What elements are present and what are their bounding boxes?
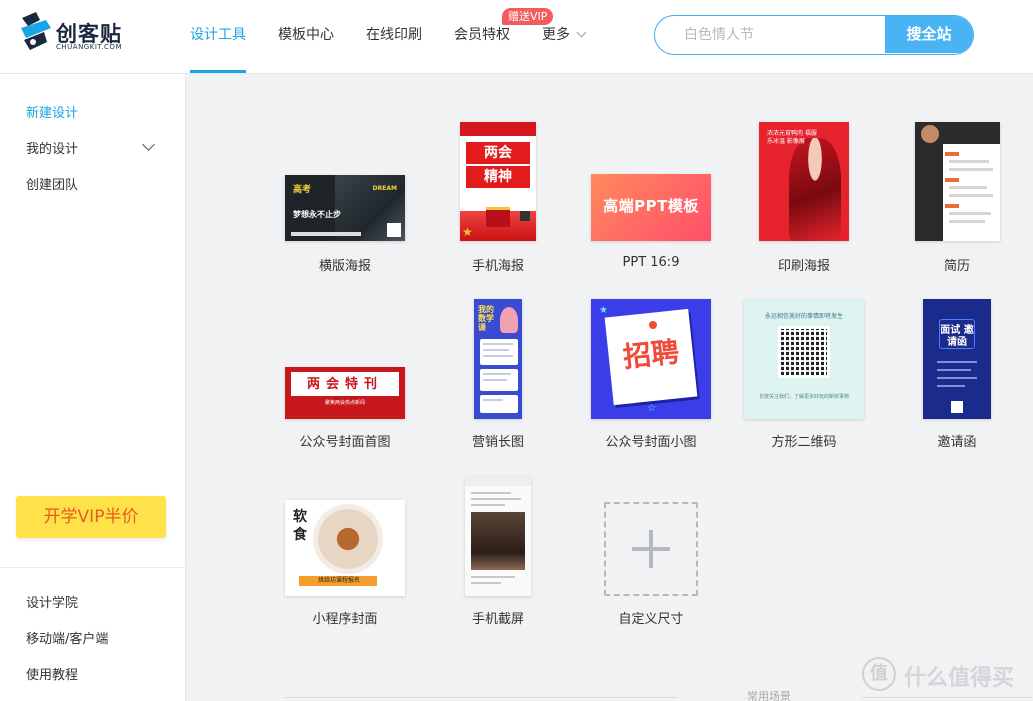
thumb-text: 面试 邀请函 bbox=[940, 325, 974, 348]
star-icon: ☆ bbox=[647, 403, 656, 414]
thumb-text: 招聘 bbox=[621, 335, 681, 374]
sidebar-item-new-design[interactable]: 新建设计 bbox=[26, 102, 78, 121]
thumb-text: 高端PPT模板 bbox=[603, 197, 699, 215]
template-thumbnail bbox=[915, 122, 1000, 241]
template-resume[interactable]: 简历 bbox=[892, 75, 1022, 275]
template-thumbnail: 我的 数学课 bbox=[474, 299, 522, 419]
search-input[interactable] bbox=[655, 16, 885, 53]
thumb-text: 两会 bbox=[466, 142, 530, 164]
template-thumbnail: 两会特刊 聚焦两会热点新闻 bbox=[285, 367, 405, 419]
watermark-logo-icon: 值 bbox=[862, 657, 896, 691]
sidebar-item-my-designs[interactable]: 我的设计 bbox=[26, 138, 78, 157]
star-icon: ★ bbox=[599, 305, 608, 316]
template-thumbnail: 招聘 ★ ☆ bbox=[591, 299, 711, 419]
qr-code-icon bbox=[781, 329, 827, 375]
watermark-text: 什么值得买 bbox=[904, 666, 1015, 691]
nav-online-print[interactable]: 在线印刷 bbox=[366, 25, 422, 47]
brand-logo[interactable]: 创客贴 CHUANGKIT.COM bbox=[18, 12, 148, 54]
template-thumbnail: 软食 烘焙坊课程报名 bbox=[285, 500, 405, 596]
thumb-text: 永远相信美好的事情即将发生 bbox=[764, 313, 843, 320]
avatar bbox=[921, 125, 939, 143]
nav-template-center[interactable]: 模板中心 bbox=[278, 25, 334, 47]
nav-more-label: 更多 bbox=[542, 27, 570, 43]
thumb-text: 长按关注我们，了解更多好玩的新鲜事物 bbox=[758, 394, 849, 400]
sidebar-divider bbox=[0, 567, 186, 568]
template-mobile-poster[interactable]: 两会 精神 ★ 手机海报 bbox=[433, 75, 563, 275]
left-sidebar: 新建设计 我的设计 创建团队 开学VIP半价 设计学院 移动端/客户端 使用教程 bbox=[0, 74, 186, 701]
template-wechat-cover-main[interactable]: 两会特刊 聚焦两会热点新闻 公众号封面首图 bbox=[280, 265, 410, 455]
template-thumbnail: 浓浓元宵鸭肉 福服乐冰温 影像展 bbox=[759, 122, 849, 241]
template-invitation[interactable]: 面试 邀请函 邀请函 bbox=[892, 265, 1022, 455]
thumb-text: 精神 bbox=[466, 166, 530, 188]
logo-mark-icon bbox=[21, 12, 51, 50]
search-bar: 搜全站 bbox=[654, 15, 974, 55]
qr-code-icon bbox=[387, 223, 401, 237]
nav-member-privileges[interactable]: 会员特权 bbox=[454, 25, 510, 47]
template-label: 小程序封面 bbox=[312, 612, 378, 627]
chevron-down-icon[interactable] bbox=[142, 138, 155, 151]
custom-size-box bbox=[604, 502, 698, 596]
template-thumbnail: 两会 精神 ★ bbox=[460, 122, 536, 241]
template-mini-program-cover[interactable]: 软食 烘焙坊课程报名 小程序封面 bbox=[280, 442, 410, 632]
template-grid: 高考 梦想永不止步 DREAM 横版海报 两会 精神 ★ 手机海报 高端PPT模… bbox=[187, 75, 1033, 701]
vip-gift-badge: 赠送VIP bbox=[502, 8, 554, 25]
thumb-text: 两会特刊 bbox=[306, 377, 383, 392]
template-print-poster[interactable]: 浓浓元宵鸭肉 福服乐冰温 影像展 印刷海报 bbox=[739, 75, 869, 275]
thumb-text: 烘焙坊课程报名 bbox=[317, 577, 360, 584]
thumb-text: 聚焦两会热点新闻 bbox=[324, 400, 365, 406]
search-all-button[interactable]: 搜全站 bbox=[885, 16, 973, 53]
nav-more[interactable]: 更多 bbox=[542, 25, 587, 47]
template-label: 邀请函 bbox=[937, 435, 977, 450]
thumb-text: DREAM bbox=[372, 185, 397, 192]
template-custom-size[interactable]: 自定义尺寸 bbox=[586, 442, 716, 632]
template-wechat-cover-small[interactable]: 招聘 ★ ☆ 公众号封面小图 bbox=[586, 265, 716, 455]
template-phone-screenshot[interactable]: 手机截屏 bbox=[433, 442, 563, 632]
active-tab-indicator bbox=[190, 70, 246, 73]
section-divider bbox=[862, 697, 1032, 698]
section-title: 常用场景 bbox=[747, 690, 791, 701]
sidebar-item-design-academy[interactable]: 设计学院 bbox=[26, 592, 78, 611]
top-header: 创客贴 CHUANGKIT.COM 设计工具 模板中心 在线印刷 会员特权 赠送… bbox=[0, 0, 1033, 74]
template-label: 手机截屏 bbox=[471, 612, 524, 627]
thumb-text: 高考 bbox=[293, 185, 312, 195]
sidebar-item-create-team[interactable]: 创建团队 bbox=[26, 174, 78, 193]
thumb-text: 浓浓元宵鸭肉 福服乐冰温 影像展 bbox=[767, 130, 817, 145]
thumb-text: 梦想永不止步 bbox=[293, 210, 341, 219]
template-thumbnail: 面试 邀请函 bbox=[923, 299, 991, 419]
template-marketing-long[interactable]: 我的 数学课 营销长图 bbox=[433, 265, 563, 455]
vip-promo-banner[interactable]: 开学VIP半价 bbox=[16, 496, 166, 538]
star-icon: ★ bbox=[462, 225, 473, 239]
qr-code-icon bbox=[951, 401, 963, 413]
thumb-text: 软食 bbox=[293, 509, 307, 543]
template-thumbnail: 高考 梦想永不止步 DREAM bbox=[285, 175, 405, 241]
section-divider bbox=[284, 697, 678, 698]
qr-code-icon bbox=[520, 211, 530, 221]
chevron-down-icon bbox=[576, 27, 587, 38]
site-watermark: 值 什么值得买 bbox=[862, 657, 1027, 693]
template-square-qr[interactable]: 永远相信美好的事情即将发生 长按关注我们，了解更多好玩的新鲜事物 方形二维码 bbox=[739, 265, 869, 455]
template-ppt[interactable]: 高端PPT模板 PPT 16:9 bbox=[586, 75, 716, 275]
thumb-text: 我的 数学课 bbox=[478, 305, 494, 332]
sidebar-item-mobile-client[interactable]: 移动端/客户端 bbox=[26, 628, 108, 647]
template-label: 方形二维码 bbox=[771, 435, 837, 450]
template-thumbnail: 高端PPT模板 bbox=[591, 174, 711, 241]
template-thumbnail bbox=[465, 476, 531, 596]
template-thumbnail: 永远相信美好的事情即将发生 长按关注我们，了解更多好玩的新鲜事物 bbox=[744, 299, 864, 419]
template-label: 自定义尺寸 bbox=[618, 612, 684, 627]
brand-domain: CHUANGKIT.COM bbox=[56, 43, 122, 51]
template-horizontal-poster[interactable]: 高考 梦想永不止步 DREAM 横版海报 bbox=[280, 75, 410, 275]
nav-design-tools[interactable]: 设计工具 bbox=[190, 25, 246, 47]
sidebar-item-tutorial[interactable]: 使用教程 bbox=[26, 664, 78, 683]
